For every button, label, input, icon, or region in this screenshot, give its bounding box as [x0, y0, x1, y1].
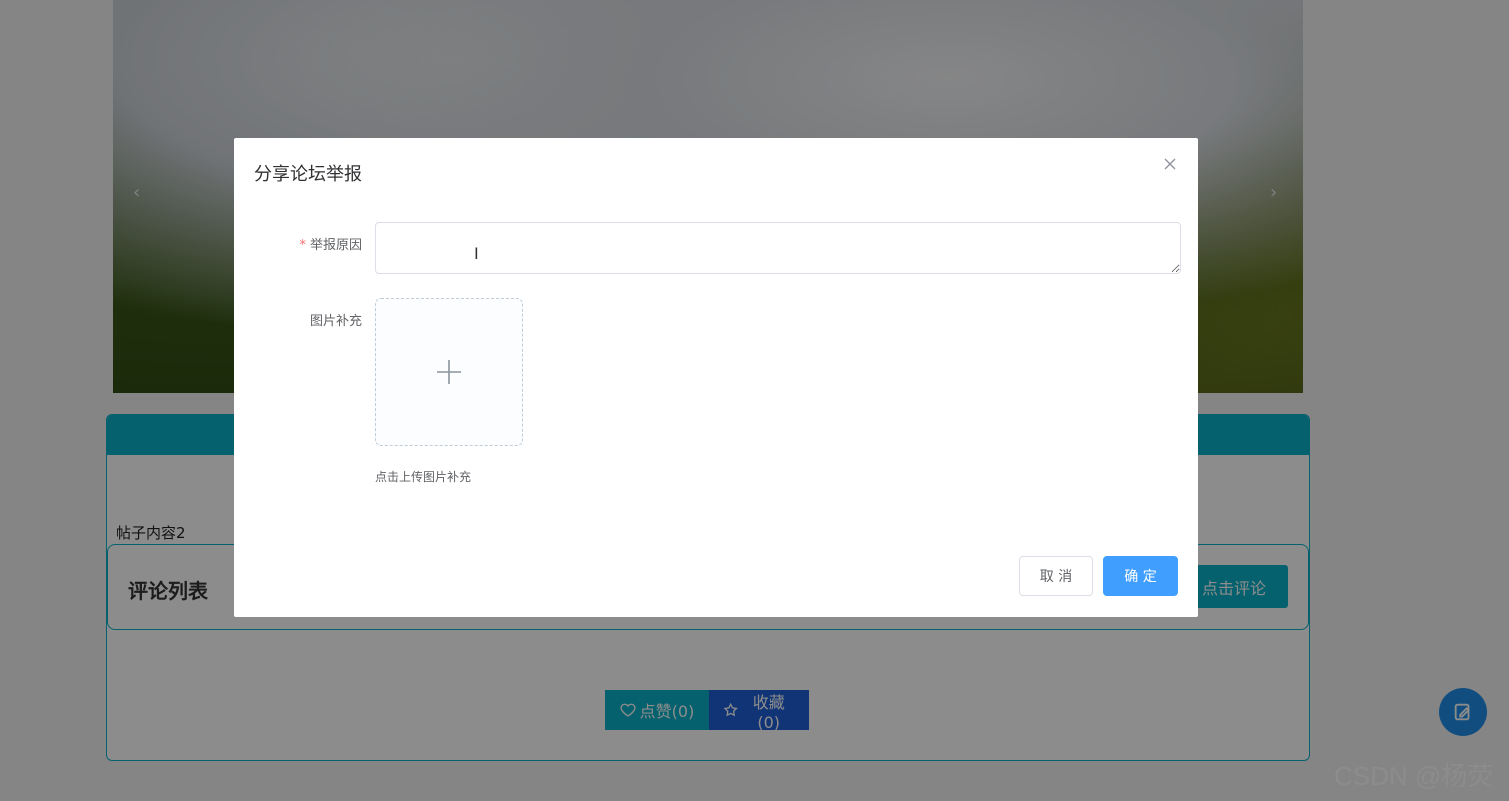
text-cursor-icon: I [474, 244, 479, 263]
upload-hint: 点击上传图片补充 [375, 470, 472, 484]
reason-label-text: 举报原因 [309, 238, 362, 253]
image-label: 图片补充 [309, 314, 362, 329]
plus-icon [437, 360, 461, 384]
reason-input[interactable] [375, 222, 1181, 274]
cancel-button[interactable]: 取 消 [1019, 556, 1093, 596]
dialog-title: 分享论坛举报 [254, 164, 362, 185]
page: ‹ › 帖子内容2 评论列表 点击评论 点赞(0) 收藏(0) CSDN @杨荧… [0, 0, 1509, 801]
report-dialog: 分享论坛举报 * 举报原因 I 图片补充 点击上传图片补充 取 消 确 定 [234, 138, 1198, 617]
reason-label: * 举报原因 [242, 234, 362, 253]
required-mark: * [299, 238, 306, 253]
close-icon[interactable] [1162, 156, 1178, 172]
image-upload-box[interactable] [375, 298, 523, 446]
confirm-button[interactable]: 确 定 [1103, 556, 1178, 596]
